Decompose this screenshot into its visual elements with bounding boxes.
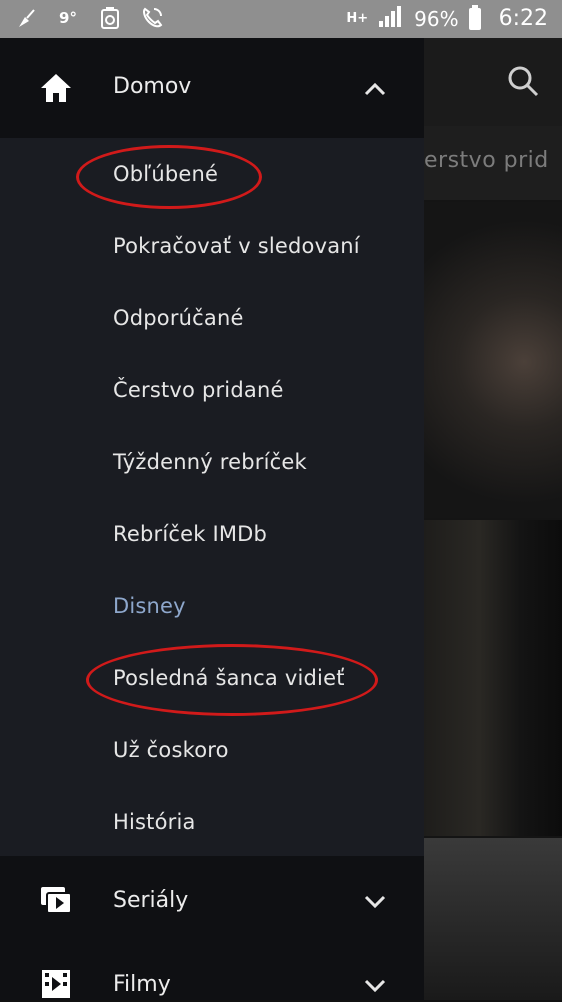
status-bar: 9° H+ 96% 6:22 [0,0,562,38]
status-left-icons: 9° [14,5,164,31]
submenu-item-tyzdenny-rebricek[interactable]: Týždenný rebríček [113,450,307,474]
nav-item-label: Seriály [113,888,189,913]
poster-thumbnail[interactable] [424,202,562,518]
submenu-item-historia[interactable]: História [113,810,196,834]
nav-item-label: Filmy [113,972,171,997]
submenu-item-pokracovat[interactable]: Pokračovať v sledovaní [113,234,360,258]
network-type: H+ [346,11,369,26]
submenu-item-cerstvo-pridane[interactable]: Čerstvo pridané [113,378,284,402]
subtab-label[interactable]: erstvo prid [424,148,549,173]
signal-icon [378,5,404,32]
submenu-item-uz-coskoro[interactable]: Už čoskoro [113,738,229,762]
nav-item-serialy[interactable]: Seriály [0,856,424,944]
chevron-up-icon[interactable] [362,76,388,102]
submenu-item-rebricek-imdb[interactable]: Rebríček IMDb [113,522,267,546]
annotation-circle [86,644,378,716]
film-icon [38,966,74,1002]
battery-percent: 96% [414,6,459,31]
clock: 6:22 [498,6,548,31]
battery-icon [468,4,481,30]
poster-thumbnail[interactable] [424,838,562,1000]
poster-thumbnail[interactable] [424,520,562,836]
series-icon [38,882,74,918]
search-icon[interactable] [506,64,540,98]
recycle-icon [98,5,122,31]
nav-item-label: Domov [113,74,192,99]
home-icon [38,70,74,106]
temperature-icon: 9° [59,9,77,27]
submenu-item-odporucane[interactable]: Odporúčané [113,306,244,330]
nav-item-domov[interactable]: Domov [0,38,424,138]
annotation-circle [76,145,262,209]
broom-icon [14,5,38,31]
nav-item-filmy[interactable]: Filmy [0,944,424,1000]
chevron-down-icon[interactable] [362,972,388,998]
drawer-bottom-section: Seriály Filmy [0,856,424,1000]
phone-wifi-icon [140,5,164,31]
chevron-down-icon[interactable] [362,888,388,914]
status-right: H+ 96% 6:22 [346,4,548,32]
submenu-item-disney[interactable]: Disney [113,594,186,618]
